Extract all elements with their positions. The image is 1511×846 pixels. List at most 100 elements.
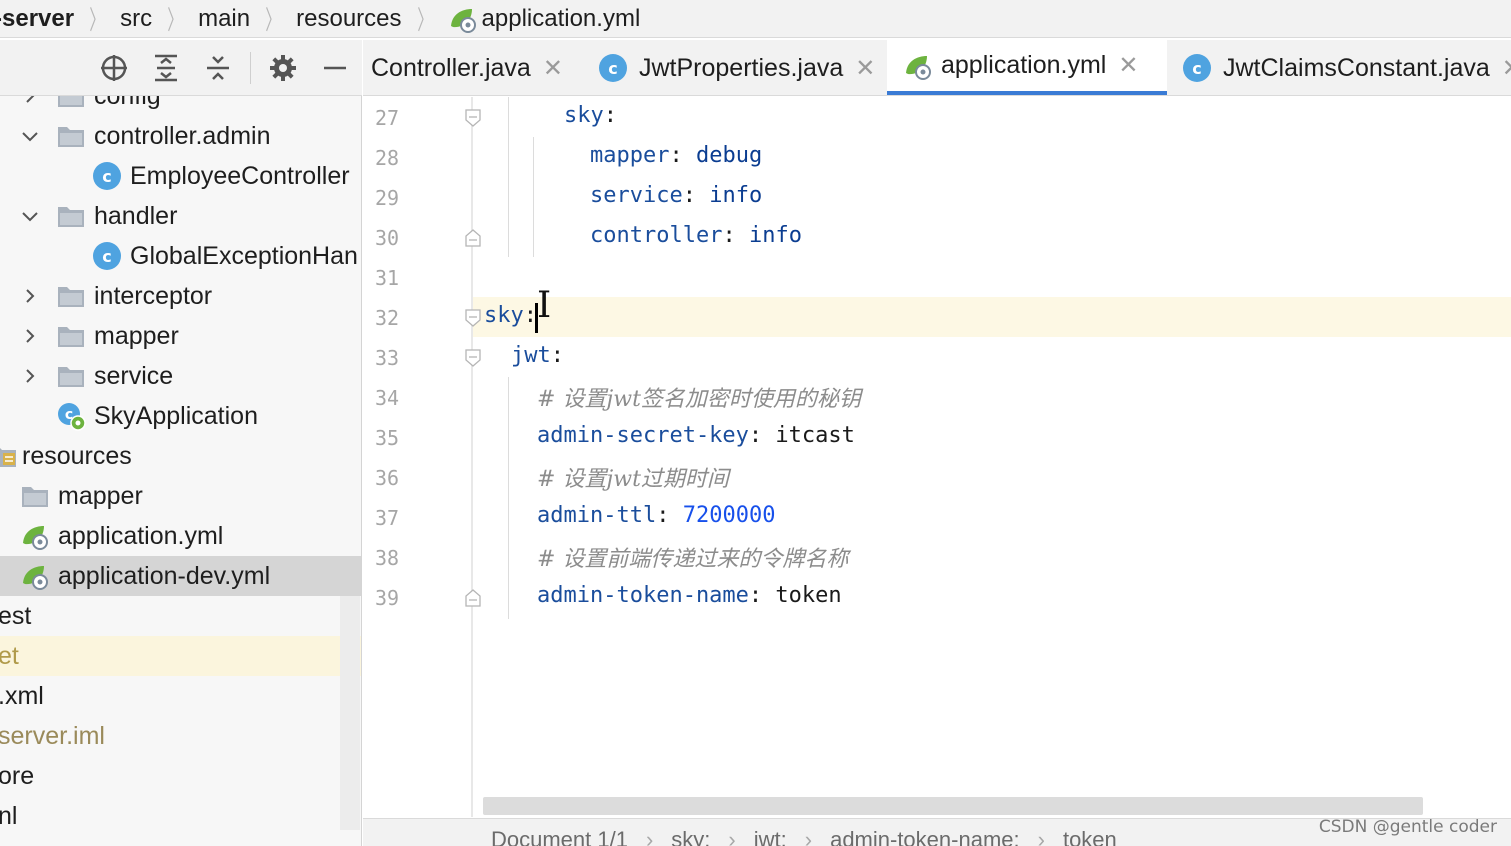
- tree-item-label: controller.admin: [94, 121, 271, 150]
- tree-scrollbar[interactable]: [340, 596, 360, 830]
- editor-horizontal-scrollbar[interactable]: [483, 797, 1423, 815]
- close-icon[interactable]: ✕: [543, 54, 563, 83]
- line-number: 38: [375, 546, 400, 570]
- tree-item-label: handler: [94, 201, 178, 230]
- status-separator: ›: [1037, 827, 1045, 846]
- tree-item-test[interactable]: est: [0, 596, 361, 636]
- chevron-down-icon[interactable]: [20, 126, 40, 146]
- breadcrumb-file-label: application.yml: [481, 4, 641, 32]
- code-line-32: sky:: [484, 303, 537, 328]
- gutter-divider: [471, 97, 473, 817]
- code-line-29: service: info: [590, 183, 763, 208]
- line-number: 39: [375, 586, 400, 610]
- class-icon: c: [92, 241, 122, 271]
- tree-item-pom-xml[interactable]: .xml: [0, 676, 361, 716]
- breadcrumb-separator: 〉: [167, 5, 183, 35]
- tree-item-label: server.iml: [0, 721, 105, 750]
- tree-item-label: ore: [0, 761, 35, 790]
- status-path-token[interactable]: token: [1063, 827, 1117, 846]
- folder-icon: [56, 281, 86, 311]
- line-number: 35: [375, 426, 400, 450]
- folder-icon: [56, 121, 86, 151]
- tree-item-label: application.yml: [58, 521, 224, 550]
- tab-jwt-properties[interactable]: c JwtProperties.java ✕: [599, 40, 875, 95]
- tree-item-label: application-dev.yml: [58, 561, 271, 590]
- tree-item-target[interactable]: et: [0, 636, 361, 676]
- code-line-39: admin-token-name: token: [537, 583, 842, 608]
- line-number: 27: [375, 106, 400, 130]
- tree-item-handler[interactable]: handler: [0, 196, 361, 236]
- tree-item-controller-admin[interactable]: controller.admin: [0, 116, 361, 156]
- tree-item-employee-controller[interactable]: c EmployeeController: [0, 156, 361, 196]
- status-path-sky[interactable]: sky:: [671, 827, 710, 846]
- fold-end-icon[interactable]: [465, 229, 481, 247]
- code-line-35: admin-secret-key: itcast: [537, 423, 855, 448]
- tree-item-resources[interactable]: resources: [0, 436, 361, 476]
- fold-open-icon[interactable]: [465, 309, 481, 327]
- tab-controller[interactable]: Controller.java ✕: [371, 40, 563, 95]
- tree-item-application-dev-yml[interactable]: application-dev.yml: [0, 556, 361, 596]
- folder-icon: [56, 96, 86, 111]
- tree-item-html[interactable]: nl: [0, 796, 361, 836]
- code-line-27: sky:: [564, 103, 617, 128]
- class-icon: c: [1183, 54, 1211, 82]
- line-number: 29: [375, 186, 400, 210]
- spring-boot-class-icon: c: [56, 401, 86, 431]
- chevron-right-icon[interactable]: [20, 366, 40, 386]
- gear-icon[interactable]: [267, 52, 299, 84]
- code-editor[interactable]: 27 28 29 30 31 32 33 34 35 36 37 38 39 s…: [363, 97, 1511, 817]
- tree-item-label: service: [94, 361, 174, 390]
- tree-item-global-exception-handler[interactable]: c GlobalExceptionHan: [0, 236, 361, 276]
- crosshair-icon[interactable]: [98, 52, 130, 84]
- line-number: 30: [375, 226, 400, 250]
- tree-item-label: nl: [0, 801, 18, 830]
- chevron-right-icon[interactable]: [20, 96, 40, 106]
- breadcrumb-item-main[interactable]: main: [198, 0, 250, 37]
- project-toolbar: [0, 40, 362, 96]
- status-path-jwt[interactable]: jwt:: [754, 827, 787, 846]
- tree-item-gitignore[interactable]: ore: [0, 756, 361, 796]
- chevron-right-icon[interactable]: [20, 286, 40, 306]
- line-number: 37: [375, 506, 400, 530]
- tree-item-server-iml[interactable]: server.iml: [0, 716, 361, 756]
- tab-application-yml[interactable]: application.yml ✕: [887, 40, 1167, 95]
- tab-label: JwtClaimsConstant.java: [1223, 53, 1490, 82]
- chevron-right-icon[interactable]: [20, 326, 40, 346]
- watermark-text: CSDN @gentle coder: [1318, 817, 1497, 837]
- tree-item-interceptor[interactable]: interceptor: [0, 276, 361, 316]
- class-icon: c: [92, 161, 122, 191]
- tree-item-service[interactable]: service: [0, 356, 361, 396]
- tree-item-resources-mapper[interactable]: mapper: [0, 476, 361, 516]
- breadcrumb-item-module[interactable]: -server: [0, 0, 74, 37]
- breadcrumb-separator: 〉: [89, 5, 105, 35]
- tree-item-application-yml[interactable]: application.yml: [0, 516, 361, 556]
- status-path-admin-token-name[interactable]: admin-token-name:: [830, 827, 1020, 846]
- close-icon[interactable]: ✕: [855, 54, 875, 83]
- fold-open-icon[interactable]: [465, 109, 481, 127]
- expand-all-icon[interactable]: [150, 52, 182, 84]
- minimize-icon[interactable]: [319, 52, 351, 84]
- spring-yml-icon: [20, 561, 50, 591]
- chevron-down-icon[interactable]: [20, 206, 40, 226]
- tab-jwt-claims-constant[interactable]: c JwtClaimsConstant.java ✕: [1183, 40, 1511, 95]
- fold-end-icon[interactable]: [465, 589, 481, 607]
- breadcrumb-item-file[interactable]: application.yml: [448, 0, 641, 37]
- breadcrumb-item-src[interactable]: src: [120, 0, 152, 37]
- line-number: 34: [375, 386, 400, 410]
- code-comment-34: # 设置jwt签名加密时使用的秘钥: [537, 387, 861, 412]
- status-document-count[interactable]: Document 1/1: [491, 827, 628, 846]
- tree-item-sky-application[interactable]: c SkyApplication: [0, 396, 361, 436]
- collapse-all-icon[interactable]: [202, 52, 234, 84]
- fold-open-icon[interactable]: [465, 349, 481, 367]
- line-number: 28: [375, 146, 400, 170]
- tree-item-mapper[interactable]: mapper: [0, 316, 361, 356]
- line-number: 33: [375, 346, 400, 370]
- code-line-33: jwt:: [511, 343, 564, 368]
- breadcrumb-item-resources[interactable]: resources: [296, 0, 401, 37]
- tree-item-config[interactable]: config: [0, 96, 361, 116]
- close-icon[interactable]: ✕: [1502, 54, 1511, 83]
- close-icon[interactable]: ✕: [1118, 51, 1138, 80]
- tab-label: JwtProperties.java: [639, 53, 844, 82]
- breadcrumb-separator: 〉: [416, 5, 433, 35]
- tree-item-label: GlobalExceptionHan: [130, 241, 358, 270]
